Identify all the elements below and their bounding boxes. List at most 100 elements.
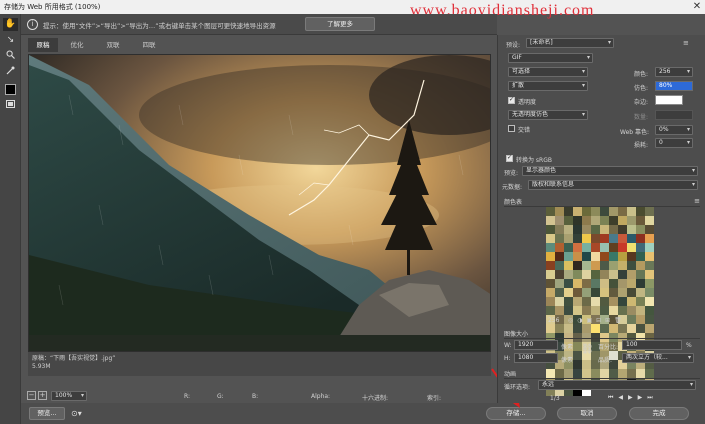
panel-menu-icon[interactable]: ≡ <box>683 39 689 47</box>
color-swatch[interactable] <box>645 288 654 297</box>
color-swatch[interactable] <box>555 207 564 216</box>
color-swatch[interactable] <box>591 279 600 288</box>
color-swatch[interactable] <box>600 288 609 297</box>
convert-srgb-checkbox[interactable] <box>506 154 513 162</box>
color-swatch[interactable] <box>609 279 618 288</box>
color-swatch[interactable] <box>564 243 573 252</box>
percent-input[interactable]: 100 <box>622 340 682 350</box>
color-swatch[interactable] <box>645 216 654 225</box>
color-swatch[interactable] <box>627 270 636 279</box>
color-swatch[interactable] <box>573 243 582 252</box>
color-swatch[interactable] <box>591 297 600 306</box>
tab-4-up[interactable]: 四联 <box>134 38 164 52</box>
color-reduction-select[interactable]: 可选择 <box>508 67 588 77</box>
color-swatch[interactable] <box>582 297 591 306</box>
color-swatch[interactable] <box>546 207 555 216</box>
color-swatch[interactable] <box>645 261 654 270</box>
color-swatch[interactable] <box>645 306 654 315</box>
color-swatch[interactable] <box>600 243 609 252</box>
color-swatch[interactable] <box>591 252 600 261</box>
color-swatch[interactable] <box>645 315 654 324</box>
color-swatch[interactable] <box>546 297 555 306</box>
color-swatch[interactable] <box>591 207 600 216</box>
color-swatch[interactable] <box>618 261 627 270</box>
color-swatch[interactable] <box>564 216 573 225</box>
color-swatch[interactable] <box>555 270 564 279</box>
color-swatch[interactable] <box>609 261 618 270</box>
color-swatch[interactable] <box>627 216 636 225</box>
color-swatch[interactable] <box>582 252 591 261</box>
color-swatch[interactable] <box>555 261 564 270</box>
color-swatch[interactable] <box>645 207 654 216</box>
color-swatch[interactable] <box>573 297 582 306</box>
slice-select-tool-icon[interactable]: ↘ <box>3 34 18 47</box>
color-swatch[interactable] <box>546 270 555 279</box>
height-input[interactable]: 1080 <box>514 353 558 363</box>
color-swatch[interactable] <box>564 234 573 243</box>
cancel-button[interactable]: 取消 <box>557 407 617 420</box>
color-swatch[interactable] <box>573 279 582 288</box>
color-swatch[interactable] <box>609 207 618 216</box>
color-swatch[interactable] <box>609 252 618 261</box>
color-swatch[interactable] <box>573 225 582 234</box>
web-snap-select[interactable]: 0% <box>655 125 693 135</box>
color-swatch[interactable] <box>609 270 618 279</box>
color-swatch[interactable] <box>636 216 645 225</box>
color-swatch[interactable] <box>564 279 573 288</box>
color-swatch[interactable] <box>582 225 591 234</box>
transparency-checkbox[interactable] <box>508 96 515 104</box>
learn-more-button[interactable]: 了解更多 <box>305 17 375 31</box>
metadata-select[interactable]: 版权和联系信息 <box>528 180 698 190</box>
color-swatch[interactable] <box>600 234 609 243</box>
color-swatch[interactable] <box>645 252 654 261</box>
color-swatch[interactable] <box>591 288 600 297</box>
color-swatch[interactable] <box>573 234 582 243</box>
color-swatch[interactable] <box>573 207 582 216</box>
color-swatch[interactable] <box>546 225 555 234</box>
tab-2-up[interactable]: 双联 <box>98 38 128 52</box>
link-icon[interactable]: ⛓ <box>581 344 594 355</box>
color-swatch[interactable] <box>618 243 627 252</box>
color-swatch[interactable] <box>645 279 654 288</box>
color-swatch[interactable] <box>600 225 609 234</box>
color-swatch[interactable] <box>573 261 582 270</box>
color-swatch[interactable] <box>627 306 636 315</box>
width-input[interactable]: 1920 <box>514 340 558 350</box>
color-swatch[interactable] <box>555 306 564 315</box>
color-swatch[interactable] <box>618 306 627 315</box>
tab-original[interactable]: 原稿 <box>28 38 58 52</box>
color-swatch[interactable] <box>609 243 618 252</box>
close-window-button[interactable]: ✕ <box>690 0 704 14</box>
color-swatch[interactable] <box>636 306 645 315</box>
color-swatch[interactable] <box>555 225 564 234</box>
color-swatch[interactable] <box>618 270 627 279</box>
preview-button[interactable]: 预览... <box>29 407 65 420</box>
color-swatch[interactable] <box>645 270 654 279</box>
color-swatch[interactable] <box>645 234 654 243</box>
color-swatch[interactable] <box>600 261 609 270</box>
color-swatch[interactable] <box>564 270 573 279</box>
color-swatch[interactable] <box>618 216 627 225</box>
color-swatch[interactable] <box>582 306 591 315</box>
color-swatch[interactable] <box>636 315 645 324</box>
transparency-dither-select[interactable]: 无透明度仿色 <box>508 110 588 120</box>
color-swatch[interactable] <box>582 270 591 279</box>
color-swatch[interactable] <box>555 252 564 261</box>
color-swatch[interactable] <box>609 306 618 315</box>
color-swatch[interactable] <box>555 279 564 288</box>
color-swatch[interactable] <box>600 306 609 315</box>
color-swatch[interactable] <box>645 297 654 306</box>
color-swatch[interactable] <box>546 306 555 315</box>
zoom-tool-icon[interactable] <box>3 50 18 63</box>
color-swatch[interactable] <box>627 288 636 297</box>
eyedropper-tool-icon[interactable] <box>3 66 18 79</box>
color-swatch[interactable] <box>555 234 564 243</box>
preview-mode-select[interactable]: 显示器颜色 <box>522 166 698 176</box>
color-swatch[interactable] <box>636 288 645 297</box>
color-swatch[interactable] <box>609 216 618 225</box>
colors-select[interactable]: 256 <box>655 67 693 77</box>
color-swatch[interactable] <box>564 252 573 261</box>
color-swatch[interactable] <box>636 243 645 252</box>
color-swatch[interactable] <box>609 225 618 234</box>
color-swatch[interactable] <box>555 243 564 252</box>
